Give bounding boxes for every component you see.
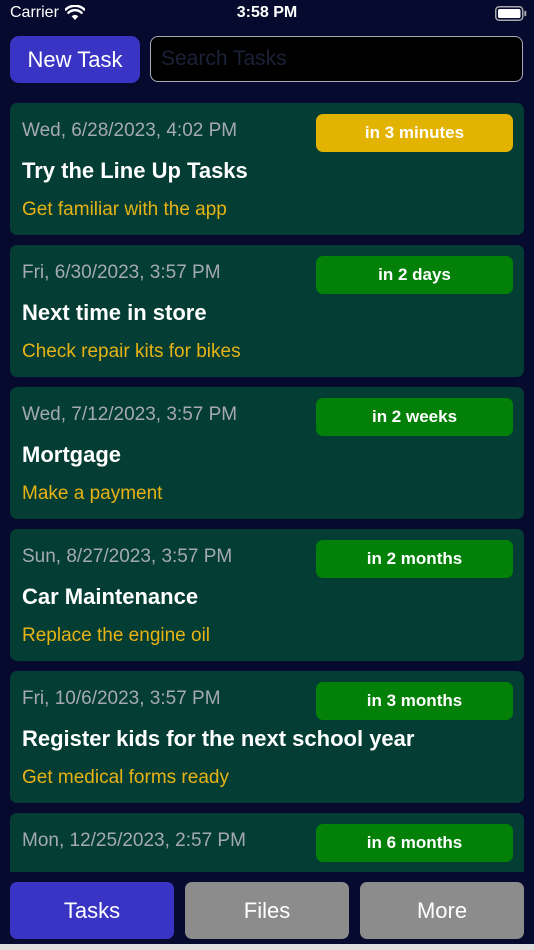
task-subtitle: Check repair kits for bikes [22,341,241,362]
task-title: Try the Line Up Tasks [22,158,248,183]
home-indicator [0,944,534,950]
task-card[interactable]: Fri, 6/30/2023, 3:57 PM in 2 days Next t… [10,245,524,377]
task-date: Fri, 10/6/2023, 3:57 PM [22,688,221,709]
task-subtitle: Get medical forms ready [22,767,229,788]
task-date: Wed, 7/12/2023, 3:57 PM [22,404,238,425]
task-date: Fri, 6/30/2023, 3:57 PM [22,262,221,283]
task-card[interactable]: Mon, 12/25/2023, 2:57 PM in 6 months [10,813,524,872]
task-date: Mon, 12/25/2023, 2:57 PM [22,830,246,851]
battery-icon [495,6,527,21]
new-task-button[interactable]: New Task [10,36,140,83]
task-card[interactable]: Sun, 8/27/2023, 3:57 PM in 2 months Car … [10,529,524,661]
clock: 3:58 PM [236,4,298,21]
task-date: Wed, 6/28/2023, 4:02 PM [22,120,238,141]
task-subtitle: Get familiar with the app [22,199,227,220]
task-date: Sun, 8/27/2023, 3:57 PM [22,546,233,567]
tab-bar: Tasks Files More [10,882,524,939]
toolbar: New Task [10,36,524,84]
task-card[interactable]: Wed, 7/12/2023, 3:57 PM in 2 weeks Mortg… [10,387,524,519]
tab-tasks[interactable]: Tasks [10,882,174,939]
tab-more[interactable]: More [360,882,524,939]
due-badge: in 2 weeks [316,398,513,436]
tab-files[interactable]: Files [185,882,349,939]
task-subtitle: Replace the engine oil [22,625,211,646]
status-bar: Carrier 3:58 PM [0,0,534,28]
search-input[interactable] [150,36,523,82]
task-card[interactable]: Wed, 6/28/2023, 4:02 PM in 3 minutes Try… [10,103,524,235]
due-badge: in 3 minutes [316,114,513,152]
due-badge: in 6 months [316,824,513,862]
task-subtitle: Make a payment [22,483,163,504]
task-title: Car Maintenance [22,584,199,609]
due-badge: in 3 months [316,682,513,720]
due-badge: in 2 months [316,540,513,578]
task-title: Register kids for the next school year [22,726,415,751]
task-card[interactable]: Fri, 10/6/2023, 3:57 PM in 3 months Regi… [10,671,524,803]
due-badge: in 2 days [316,256,513,294]
task-title: Mortgage [22,442,121,467]
task-list[interactable]: Wed, 6/28/2023, 4:02 PM in 3 minutes Try… [10,103,524,872]
task-title: Next time in store [22,300,207,325]
